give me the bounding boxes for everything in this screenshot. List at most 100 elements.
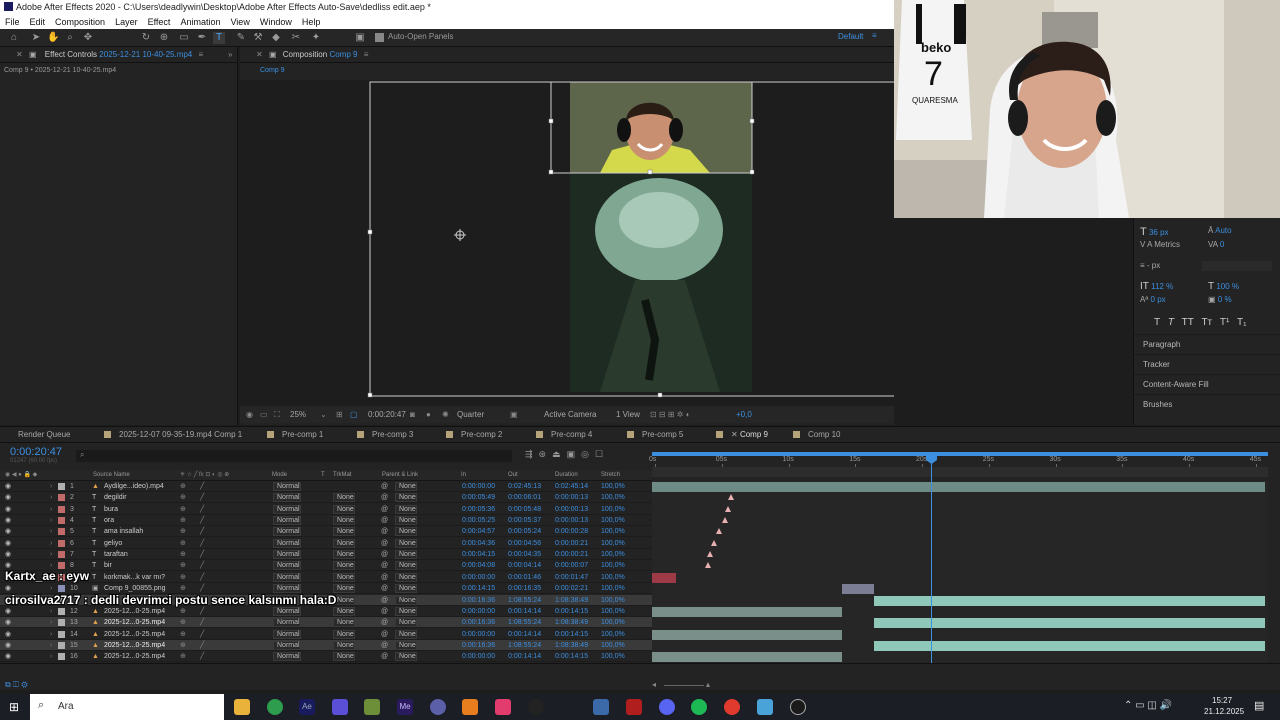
label-color-swatch[interactable] (58, 505, 65, 513)
windows-start-icon[interactable]: ⊞ (9, 700, 19, 714)
stretch[interactable]: 100,0% (601, 572, 625, 583)
label-color-swatch[interactable] (58, 517, 65, 525)
in-point[interactable]: 0:00:00:00 (462, 629, 495, 640)
quality-switch-icon[interactable]: ╱ (200, 572, 204, 583)
region-of-interest-icon[interactable]: ▣ (510, 406, 518, 423)
layer-row[interactable]: ◉ › 2 Tdegildir ⊕ ╱ Normal None @ None 0:00:05:49 0… (0, 492, 652, 504)
resolution-select[interactable]: Quarter (457, 406, 484, 423)
duration[interactable]: 0:00:00:21 (555, 538, 588, 549)
trkmat-select[interactable]: None (333, 550, 355, 560)
type-tool-icon[interactable]: T (213, 32, 225, 44)
duration[interactable]: 0:00:00:07 (555, 560, 588, 571)
layer-duration-bar[interactable] (652, 606, 843, 617)
layer-row[interactable]: ◉ › 13 ▲ 2025-12...0-25.mp4 ⊕ ╱ Normal None @ None… (0, 617, 652, 629)
layer-name[interactable]: degildir (104, 492, 127, 503)
parent-select[interactable]: None (395, 584, 417, 594)
out-point[interactable]: 0:00:04:56 (508, 538, 541, 549)
duration[interactable]: 1:08:38:49 (555, 617, 588, 628)
out-point[interactable]: 0:00:05:37 (508, 515, 541, 526)
time-navigator[interactable] (652, 467, 1268, 477)
trkmat-select[interactable]: None (333, 606, 355, 616)
font-size-value[interactable]: 36 px (1149, 228, 1169, 237)
trkmat-select[interactable]: None (333, 493, 355, 503)
visibility-eye-icon[interactable]: ◉ (5, 640, 11, 651)
parent-select[interactable]: None (395, 550, 417, 560)
footer-toggle-icons[interactable]: ⧉ ◫ ⚙ (5, 680, 28, 690)
duration[interactable]: 0:00:00:13 (555, 515, 588, 526)
media-encoder-icon[interactable]: Me (397, 699, 413, 715)
layer-name[interactable]: geliyo (104, 538, 122, 549)
shy-switch-icon[interactable]: ⊕ (180, 526, 186, 537)
mode-select[interactable]: Normal (273, 482, 301, 491)
spotify-icon[interactable] (691, 699, 707, 715)
timeline-tab-2[interactable]: Pre-comp 1 (267, 427, 323, 443)
taskbar-date[interactable]: 21.12.2025 (1204, 707, 1244, 716)
shy-switch-icon[interactable]: ⊕ (180, 515, 186, 526)
roto-brush-icon[interactable]: ✂ (290, 32, 302, 44)
layer-marker-icon[interactable] (705, 562, 712, 569)
pickwhip-icon[interactable]: @ (381, 549, 388, 560)
trkmat-select[interactable]: None (333, 629, 355, 639)
paragraph-section[interactable]: Paragraph (1134, 334, 1280, 354)
visibility-eye-icon[interactable]: ◉ (5, 606, 11, 617)
col-mode[interactable]: Mode (272, 470, 287, 481)
col-out[interactable]: Out (508, 470, 518, 481)
duration[interactable]: 0:00:01:47 (555, 572, 588, 583)
parent-select[interactable]: None (395, 606, 417, 616)
stretch[interactable]: 100,0% (601, 595, 625, 606)
panel-menu-icon[interactable]: ≡ (198, 50, 203, 59)
in-point[interactable]: 0:00:16:36 (462, 640, 495, 651)
system-tray-icons[interactable]: ⌃ ▭ ◫ 🔊 (1124, 700, 1172, 711)
label-color-swatch[interactable] (58, 551, 65, 559)
layer-marker-icon[interactable] (711, 539, 718, 546)
layer-row[interactable]: ◉ › 16 ▲ 2025-12...0-25.mp4 ⊕ ╱ Normal None @ None… (0, 651, 652, 663)
layer-row[interactable]: ◉ › 8 Tbir ⊕ ╱ Normal None @ None 0:00:04:08 0:00:0… (0, 560, 652, 572)
pickwhip-icon[interactable]: @ (381, 560, 388, 571)
workspace-menu-icon[interactable]: ≡ (872, 31, 877, 40)
in-point[interactable]: 0:00:04:57 (462, 526, 495, 537)
zoom-out-icon[interactable]: ◂ (652, 680, 656, 689)
layer-row[interactable]: ◉ › 14 ▲ 2025-12...0-25.mp4 ⊕ ╱ Normal None @ None… (0, 629, 652, 640)
duration[interactable]: 0:00:00:28 (555, 526, 588, 537)
tracker-section[interactable]: Tracker (1134, 354, 1280, 374)
timeline-tab-1[interactable]: 2025-12-07 09-35-19.mp4 Comp 1 (104, 427, 242, 443)
menu-animation[interactable]: Animation (175, 17, 225, 27)
quality-switch-icon[interactable]: ╱ (200, 492, 204, 503)
in-point[interactable]: 0:00:05:36 (462, 504, 495, 515)
always-preview-icon[interactable]: ◉ (246, 406, 253, 423)
layer-duration-bar[interactable] (873, 640, 1265, 651)
expand-arrow-icon[interactable]: › (50, 538, 52, 549)
snapping-icon[interactable]: ▣ (354, 32, 366, 44)
stretch[interactable]: 100,0% (601, 606, 625, 617)
viewer-timecode[interactable]: 0:00:20:47 (368, 406, 406, 423)
label-color-swatch[interactable] (58, 528, 65, 536)
brush-tool-icon[interactable]: ✎ (235, 32, 247, 44)
layer-marker-icon[interactable] (716, 528, 723, 535)
visibility-eye-icon[interactable]: ◉ (5, 629, 11, 640)
timeline-tab-5[interactable]: Pre-comp 4 (536, 427, 592, 443)
puppet-pin-icon[interactable]: ✦ (310, 32, 322, 44)
pickwhip-icon[interactable]: @ (381, 640, 388, 651)
out-point[interactable]: 1:08:55:24 (508, 640, 541, 651)
duration[interactable]: 0:00:00:21 (555, 549, 588, 560)
layer-search-input[interactable]: ⌕ (76, 450, 512, 462)
mode-select[interactable]: Normal (273, 504, 301, 514)
home-icon[interactable]: ⌂ (8, 32, 20, 44)
visibility-eye-icon[interactable]: ◉ (5, 538, 11, 549)
timeline-timecode[interactable]: 0:00:20:47 (10, 446, 62, 458)
layer-duration-bar[interactable] (652, 482, 1265, 492)
mode-select[interactable]: Normal (273, 493, 301, 503)
mode-select[interactable]: Normal (273, 572, 301, 582)
pickwhip-icon[interactable]: @ (381, 492, 388, 503)
trkmat-select[interactable]: None (333, 538, 355, 548)
taskbar-search-input[interactable]: ⌕ Ara (30, 694, 224, 720)
stretch[interactable]: 100,0% (601, 549, 625, 560)
duration[interactable]: 0:00:00:13 (555, 492, 588, 503)
col-duration[interactable]: Duration (555, 470, 578, 481)
effect-controls-file[interactable]: 2025-12-21 10-40-25.mp4 (99, 50, 192, 59)
stretch[interactable]: 100,0% (601, 492, 625, 503)
tiktok-icon[interactable] (495, 699, 511, 715)
trkmat-select[interactable]: None (333, 584, 355, 594)
expand-arrow-icon[interactable]: › (50, 492, 52, 503)
in-point[interactable]: 0:00:16:36 (462, 595, 495, 606)
